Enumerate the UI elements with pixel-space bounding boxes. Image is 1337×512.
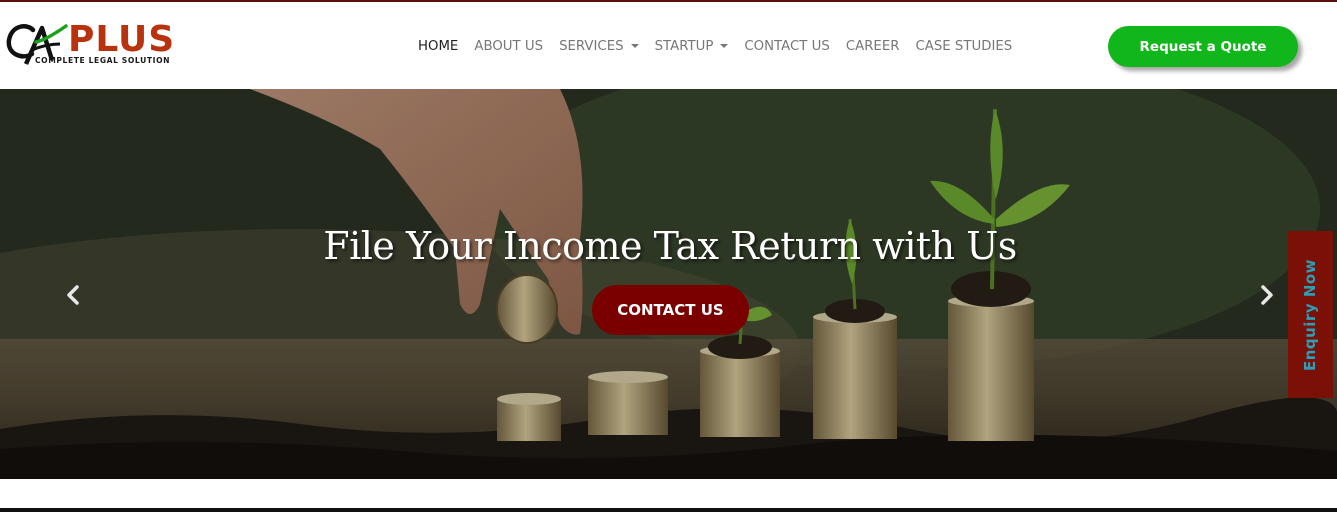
- nav-services[interactable]: SERVICES: [559, 36, 639, 56]
- nav-startup-label: STARTUP: [654, 38, 714, 54]
- main-nav: HOME ABOUT US SERVICES STARTUP CONTACT U…: [410, 36, 1020, 56]
- bottom-border: [0, 508, 1337, 512]
- nav-home-label: HOME: [418, 38, 459, 54]
- hero-contact-button[interactable]: CONTACT US: [592, 285, 749, 335]
- chevron-left-icon: [67, 285, 79, 305]
- nav-services-label: SERVICES: [559, 38, 624, 54]
- site-header: PLUS COMPLETE LEGAL SOLUTION HOME ABOUT …: [0, 2, 1337, 89]
- enquiry-now-tab[interactable]: Enquiry Now: [1288, 231, 1333, 398]
- carousel-prev-button[interactable]: [63, 283, 83, 307]
- logo-brand-text: PLUS: [68, 19, 176, 60]
- nav-case-studies[interactable]: CASE STUDIES: [915, 36, 1012, 56]
- nav-about-us-label: ABOUT US: [474, 38, 544, 54]
- request-quote-button[interactable]: Request a Quote: [1108, 26, 1298, 67]
- nav-startup[interactable]: STARTUP: [655, 36, 729, 56]
- nav-career-label: CAREER: [845, 38, 900, 54]
- nav-about-us[interactable]: ABOUT US: [474, 36, 543, 56]
- caret-down-icon: [720, 44, 729, 48]
- caret-down-icon: [630, 44, 639, 48]
- enquiry-now-label: Enquiry Now: [1301, 258, 1319, 372]
- nav-case-studies-label: CASE STUDIES: [915, 38, 1013, 54]
- hero-dim-overlay: [0, 89, 1337, 479]
- nav-home[interactable]: HOME: [418, 36, 458, 56]
- hero-carousel: [0, 89, 1337, 479]
- carousel-next-button[interactable]: [1257, 283, 1277, 307]
- chevron-right-icon: [1261, 285, 1273, 305]
- nav-contact-us[interactable]: CONTACT US: [744, 36, 829, 56]
- nav-career[interactable]: CAREER: [846, 36, 900, 56]
- logo-tagline: COMPLETE LEGAL SOLUTION: [35, 56, 171, 65]
- nav-contact-us-label: CONTACT US: [744, 38, 830, 54]
- caplus-logo[interactable]: PLUS COMPLETE LEGAL SOLUTION: [6, 20, 176, 70]
- hero-title: File Your Income Tax Return with Us: [323, 224, 1017, 268]
